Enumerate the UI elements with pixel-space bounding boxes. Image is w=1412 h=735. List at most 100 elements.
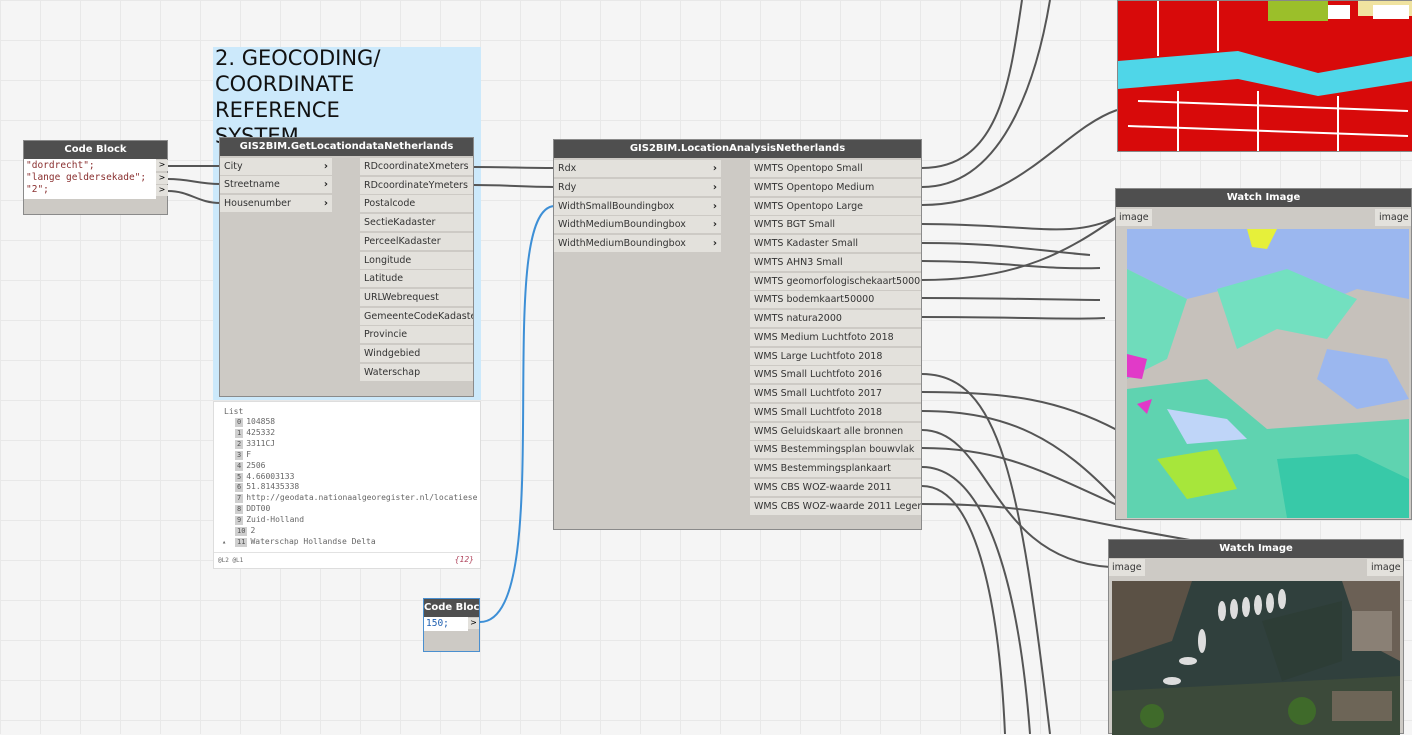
list-value: 51.81435338 <box>246 482 300 492</box>
code-editor[interactable]: 150; <box>424 617 468 631</box>
list-index: 6 <box>235 483 244 493</box>
chevron-right-icon: › <box>712 163 717 174</box>
input-port-widthmediumboundingbox[interactable]: WidthMediumBoundingbox › <box>554 216 721 234</box>
wire <box>921 260 1101 270</box>
output-port-item[interactable]: WMS CBS WOZ-waarde 2011 Legenda <box>750 497 921 515</box>
bgt-map-image <box>1117 0 1412 152</box>
list-value: F <box>246 449 252 459</box>
list-header: List <box>224 407 244 416</box>
output-port-perceelkadaster[interactable]: PerceelKadaster <box>360 232 473 250</box>
output-port-item[interactable]: WMTS Kadaster Small <box>750 235 921 252</box>
list-item: 10 2 <box>235 525 255 536</box>
output-port-item[interactable]: WMS Small Luchtfoto 2018 <box>750 403 921 421</box>
get-location-node[interactable]: GIS2BIM.GetLocationdataNetherlands City ›… <box>219 137 474 397</box>
chevron-right-icon: › <box>323 198 328 209</box>
code-block-node[interactable]: Code Block "dordrecht"; "lange geldersek… <box>23 140 168 215</box>
list-count: {12} <box>454 555 474 564</box>
wire <box>921 485 1006 734</box>
node-title: Code Block <box>424 599 479 617</box>
output-port-longitude[interactable]: Longitude <box>360 251 473 269</box>
list-collapse-icon[interactable]: ▴ <box>222 538 226 546</box>
output-port-item[interactable]: WMS Geluidskaart alle bronnen <box>750 422 921 440</box>
wire <box>921 109 1118 206</box>
chevron-right-icon: › <box>712 219 717 231</box>
output-port[interactable]: > <box>156 173 168 184</box>
output-port-item[interactable]: WMS Small Luchtfoto 2016 <box>750 366 921 384</box>
output-port-item[interactable]: WMS Large Luchtfoto 2018 <box>750 347 921 365</box>
output-port-item[interactable]: WMTS Opentopo Large <box>750 197 921 215</box>
list-item: 8 DDT00 <box>235 503 270 515</box>
list-value: 104858 <box>246 417 276 426</box>
bodemkaart-image <box>1127 229 1409 518</box>
watch-image-node-2[interactable]: Watch Image image image <box>1108 539 1404 735</box>
output-port-latitude[interactable]: Latitude <box>360 270 473 288</box>
list-item: 3F <box>235 449 251 460</box>
output-port-gemeentecodekadaster[interactable]: GemeenteCodeKadaster <box>360 307 473 325</box>
node-title: GIS2BIM.LocationAnalysisNetherlands <box>554 140 921 158</box>
node-title: Watch Image <box>1116 189 1411 207</box>
input-port-rdx[interactable]: Rdx › <box>554 160 721 177</box>
input-port-rdy[interactable]: Rdy › <box>554 178 721 196</box>
wire <box>921 216 1118 231</box>
code-line: "dordrecht"; <box>26 160 95 171</box>
output-port-item[interactable]: WMTS AHN3 Small <box>750 253 921 271</box>
output-port-item[interactable]: WMTS natura2000 <box>750 310 921 327</box>
output-port-provincie[interactable]: Provincie <box>360 326 473 344</box>
list-value: 2506 <box>246 460 266 470</box>
list-item: 9 Zuid-Holland <box>235 514 304 526</box>
chevron-right-icon: › <box>323 179 328 190</box>
wire <box>167 190 221 204</box>
watch-image-node-1[interactable]: Watch Image image image <box>1115 188 1412 520</box>
output-port-sectiekadaster[interactable]: SectieKadaster <box>360 214 473 232</box>
wire <box>473 184 556 188</box>
output-port-windgebied[interactable]: Windgebied <box>360 345 473 362</box>
output-port[interactable]: image <box>1367 559 1403 576</box>
output-port[interactable]: > <box>468 618 479 629</box>
output-port-item[interactable]: WMTS BGT Small <box>750 216 921 234</box>
list-index: 4 <box>235 461 244 471</box>
wire <box>921 316 1106 320</box>
input-port-city[interactable]: City › <box>220 158 332 175</box>
output-port-rdcoordinatexmeters[interactable]: RDcoordinateXmeters <box>360 158 473 175</box>
wire <box>473 166 556 169</box>
output-port-item[interactable]: WMS CBS WOZ-waarde 2011 <box>750 478 921 496</box>
output-port-item[interactable]: WMS Medium Luchtfoto 2018 <box>750 328 921 346</box>
bodemkaart-graphic <box>1127 229 1409 518</box>
output-port-waterschap[interactable]: Waterschap <box>360 363 473 381</box>
output-port-item[interactable]: WMS Bestemmingsplankaart <box>750 460 921 477</box>
location-analysis-node[interactable]: GIS2BIM.LocationAnalysisNetherlands Rdx ›… <box>553 139 922 530</box>
list-value: Waterschap Hollandse Delta <box>250 536 376 546</box>
chevron-right-icon: › <box>712 200 717 212</box>
input-port-streetname[interactable]: Streetname › <box>220 176 332 193</box>
output-port-item[interactable]: WMTS geomorfologischekaart50000 <box>750 272 921 290</box>
input-port[interactable]: image <box>1116 209 1152 226</box>
preview-bubble[interactable]: List ▴ @L2 @L1 {12} 0 104858 1 425332 2 3311C… <box>213 401 481 569</box>
output-port-item[interactable]: WMTS Opentopo Medium <box>750 178 921 196</box>
output-port[interactable]: > <box>156 185 168 196</box>
list-item: 0 104858 <box>235 416 275 427</box>
input-port-widthsmallboundingbox[interactable]: WidthSmallBoundingbox › <box>554 197 721 215</box>
output-port-postalcode[interactable]: Postalcode <box>360 195 473 213</box>
list-index: 7 <box>235 494 244 504</box>
list-value: 425332 <box>246 427 276 437</box>
list-item: 5 4.66003133 <box>235 471 294 482</box>
output-port-item[interactable]: WMS Bestemmingsplan bouwvlak <box>750 441 921 459</box>
input-port-housenumber[interactable]: Housenumber › <box>220 195 332 212</box>
output-port-item[interactable]: WMTS bodemkaart50000 <box>750 291 921 309</box>
list-levels: @L2 @L1 <box>218 557 244 564</box>
code-line: "2"; <box>26 184 49 195</box>
list-value: 2 <box>250 526 256 535</box>
code-editor[interactable]: "dordrecht"; "lange geldersekade"; "2"; <box>24 159 156 199</box>
output-port-rdcoordinateymeters[interactable]: RDcoordinateYmeters <box>360 176 473 194</box>
output-port-item[interactable]: WMTS Opentopo Small <box>750 160 921 177</box>
bgt-map-graphic <box>1118 1 1412 151</box>
code-block-node-2[interactable]: Code Block 150; > <box>423 598 480 652</box>
output-port-item[interactable]: WMS Small Luchtfoto 2017 <box>750 385 921 402</box>
output-port[interactable]: > <box>156 160 168 171</box>
list-value: 3311CJ <box>246 438 276 448</box>
output-port[interactable]: image <box>1375 209 1411 226</box>
input-port-widthmediumboundingbox[interactable]: WidthMediumBoundingbox › <box>554 235 721 253</box>
output-port-urlwebrequest[interactable]: URLWebrequest <box>360 288 473 306</box>
input-port[interactable]: image <box>1109 559 1145 576</box>
node-title: GIS2BIM.GetLocationdataNetherlands <box>220 138 473 156</box>
